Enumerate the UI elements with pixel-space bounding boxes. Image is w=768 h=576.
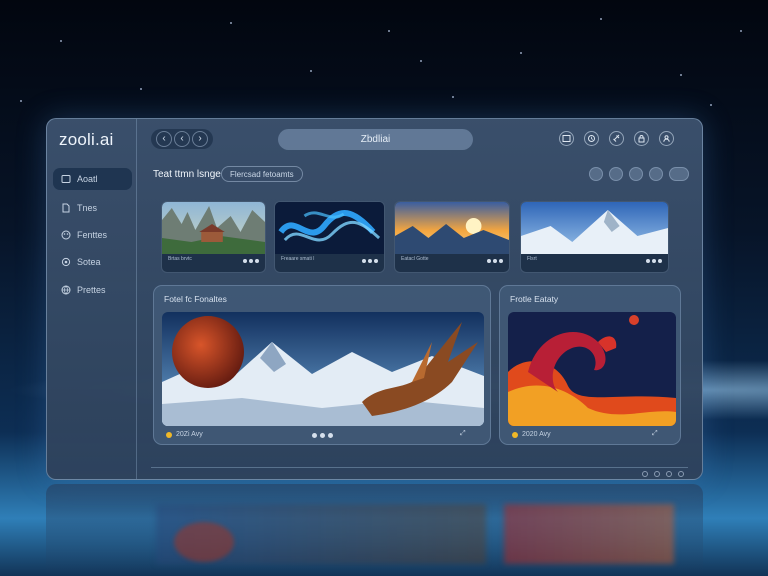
- card-title: Fotel fc Fonaltes: [164, 294, 227, 304]
- sidebar-item-2[interactable]: Fenttes: [53, 224, 132, 246]
- image-icon: [61, 175, 71, 183]
- sidebar-item-1[interactable]: Tnes: [53, 197, 132, 219]
- thumbnail-actions[interactable]: [646, 259, 662, 263]
- sidebar-item-0[interactable]: Aoatl: [53, 168, 132, 190]
- thumbnail-image: [275, 202, 384, 254]
- thumbnail-actions[interactable]: [487, 259, 503, 263]
- document-icon: [62, 203, 70, 213]
- card-meta: 2020 Avy: [522, 431, 551, 438]
- window-reflection: [46, 484, 703, 576]
- gallery-icon[interactable]: [559, 131, 574, 146]
- notification-icon[interactable]: [654, 471, 660, 477]
- sidebar-item-3[interactable]: Sotea: [53, 251, 132, 273]
- thumbnail-caption: Freaare smati l: [281, 256, 315, 262]
- thumbnail-caption: Eatacl Gotte: [401, 256, 429, 262]
- lock-icon[interactable]: [634, 131, 649, 146]
- card-title: Frotle Eataty: [510, 294, 559, 304]
- thumbnail-card-3[interactable]: Flsrt: [520, 201, 669, 273]
- coin-icon: [166, 431, 172, 438]
- list-icon[interactable]: [649, 167, 663, 181]
- palette-icon: [61, 230, 71, 240]
- section-title: Teat ttmn lsnge: [153, 169, 221, 180]
- app-window: zooli.ai Aoatl Tnes Fenttes Sotea Prette…: [46, 118, 703, 480]
- sidebar-item-label: Aoatl: [77, 174, 98, 184]
- status-icons: [642, 471, 684, 477]
- link-icon[interactable]: [609, 131, 624, 146]
- thumbnail-caption: Brtas brvtc: [168, 256, 192, 262]
- history-icon[interactable]: [584, 131, 599, 146]
- featured-card[interactable]: Fotel fc Fonaltes 20Zi Avy ⤢: [153, 285, 491, 445]
- gallery-image: [508, 312, 676, 426]
- sidebar: zooli.ai Aoatl Tnes Fenttes Sotea Prette…: [47, 119, 137, 479]
- copy-icon[interactable]: [609, 167, 623, 181]
- settings-icon: [61, 257, 71, 267]
- thumbnail-image: [521, 202, 668, 254]
- coin-icon: [512, 431, 518, 438]
- filter-chip[interactable]: Flercsad fetoamts: [221, 166, 303, 182]
- sidebar-item-label: Sotea: [77, 257, 101, 267]
- forward-button[interactable]: ›: [192, 131, 208, 147]
- history-controls: ‹ ‹ ›: [151, 129, 213, 149]
- featured-image: [162, 312, 484, 426]
- expand-icon[interactable]: ⤢: [652, 430, 658, 438]
- thumbnail-image: [162, 202, 265, 254]
- thumbnail-caption: Flsrt: [527, 256, 537, 262]
- app-logo[interactable]: zooli.ai: [59, 130, 114, 150]
- thumbnail-actions[interactable]: [243, 259, 259, 263]
- expand-icon[interactable]: ⤢: [460, 430, 466, 438]
- view-tools: [589, 167, 689, 181]
- edit-icon[interactable]: [589, 167, 603, 181]
- toolbar-icons: [559, 131, 674, 146]
- sidebar-item-label: Fenttes: [77, 230, 108, 240]
- sidebar-item-label: Prettes: [77, 285, 106, 295]
- profile-icon[interactable]: [659, 131, 674, 146]
- globe-icon: [61, 285, 71, 295]
- thumbnail-card-1[interactable]: Freaare smati l: [274, 201, 385, 273]
- thumbnail-image: [395, 202, 509, 254]
- back-alt-button[interactable]: ‹: [174, 131, 190, 147]
- sidebar-item-label: Tnes: [77, 203, 98, 213]
- back-button[interactable]: ‹: [156, 131, 172, 147]
- help-icon[interactable]: [666, 471, 672, 477]
- card-pagination[interactable]: [312, 433, 333, 438]
- card-meta: 20Zi Avy: [176, 431, 203, 438]
- card-footer: 20Zi Avy: [166, 431, 203, 438]
- grid-icon[interactable]: [629, 167, 643, 181]
- gallery-card[interactable]: Frotle Eataty 2020 Avy ⤢: [499, 285, 681, 445]
- thumbnail-card-2[interactable]: Eatacl Gotte: [394, 201, 510, 273]
- sidebar-item-4[interactable]: Prettes: [53, 279, 132, 301]
- window-title[interactable]: Zbdliai: [278, 129, 473, 150]
- info-icon[interactable]: [642, 471, 648, 477]
- thumbnail-actions[interactable]: [362, 259, 378, 263]
- card-footer: 2020 Avy: [512, 431, 551, 438]
- settings-icon[interactable]: [678, 471, 684, 477]
- divider: [151, 467, 688, 468]
- thumbnail-card-0[interactable]: Brtas brvtc: [161, 201, 266, 273]
- more-icon[interactable]: [669, 167, 689, 181]
